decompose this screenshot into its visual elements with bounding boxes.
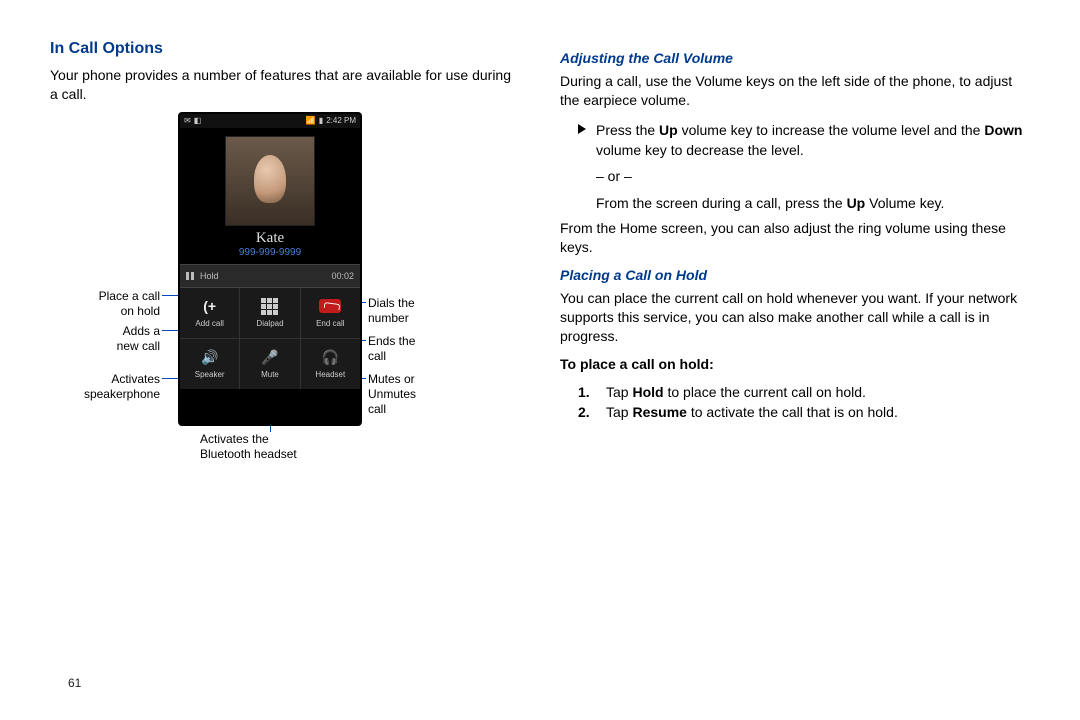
endcall-label: End call xyxy=(316,319,344,328)
hold-intro: You can place the current call on hold w… xyxy=(560,289,1030,346)
bold-up: Up xyxy=(659,122,678,138)
bold-resume: Resume xyxy=(632,404,686,420)
bold-down: Down xyxy=(984,122,1022,138)
headset-icon: 🎧 xyxy=(319,348,341,366)
t: to activate the call that is on hold. xyxy=(687,404,898,420)
callout-headset: Activates theBluetooth headset xyxy=(200,432,340,462)
callout-endcall: Ends thecall xyxy=(368,334,415,364)
volume-intro: During a call, use the Volume keys on th… xyxy=(560,72,1030,110)
addcall-button[interactable]: Add call xyxy=(180,288,239,338)
t: Volume key. xyxy=(865,195,944,211)
t: Tap xyxy=(606,384,632,400)
subheading-volume: Adjusting the Call Volume xyxy=(560,50,1030,66)
bold-up2: Up xyxy=(847,195,866,211)
dialpad-button[interactable]: Dialpad xyxy=(240,288,299,338)
section-heading: In Call Options xyxy=(50,40,520,58)
addcall-label: Add call xyxy=(195,319,223,328)
callout-mute: Mutes orUnmutescall xyxy=(368,372,416,417)
call-timer: 00:02 xyxy=(331,271,354,281)
speaker-icon: 🔊 xyxy=(199,348,221,366)
contact-photo xyxy=(225,136,315,226)
hold-bar[interactable]: Hold 00:02 xyxy=(180,264,360,288)
dialpad-label: Dialpad xyxy=(256,319,283,328)
callout-speaker: Activatesspeakerphone xyxy=(50,372,160,402)
t: Tap xyxy=(606,404,632,420)
addcall-icon xyxy=(199,297,221,315)
hold-steps-heading: To place a call on hold: xyxy=(560,355,1030,374)
step-number: 1. xyxy=(578,384,596,400)
speaker-button[interactable]: 🔊 Speaker xyxy=(180,339,239,389)
callout-dialpad: Dials thenumber xyxy=(368,296,415,326)
pause-icon xyxy=(186,272,194,280)
page-number: 61 xyxy=(68,676,81,690)
callout-hold: Place a callon hold xyxy=(50,289,160,319)
contact-number: 999-999-9999 xyxy=(180,247,360,258)
headset-label: Headset xyxy=(315,370,345,379)
endcall-button[interactable]: End call xyxy=(301,288,360,338)
intro-text: Your phone provides a number of features… xyxy=(50,66,520,104)
bold-hold: Hold xyxy=(632,384,663,400)
t: From the screen during a call, press the xyxy=(596,195,847,211)
t: to place the current call on hold. xyxy=(664,384,866,400)
mute-icon: 🎤 xyxy=(259,348,281,366)
or-separator: – or – xyxy=(596,166,1030,186)
endcall-icon xyxy=(319,297,341,315)
step-number: 2. xyxy=(578,404,596,420)
speaker-label: Speaker xyxy=(195,370,225,379)
hold-label: Hold xyxy=(200,271,219,281)
status-time: 2:42 PM xyxy=(326,116,356,125)
volume-home-note: From the Home screen, you can also adjus… xyxy=(560,219,1030,257)
step-1: 1. Tap Hold to place the current call on… xyxy=(578,384,1030,400)
phone-frame: ✉◧ 📶▮2:42 PM Kate 999-999-9999 Hold 00:0… xyxy=(180,114,360,424)
subheading-hold: Placing a Call on Hold xyxy=(560,267,1030,283)
callout-addcall: Adds anew call xyxy=(50,324,160,354)
volume-bullet: Press the Up volume key to increase the … xyxy=(578,120,1030,213)
step-2: 2. Tap Resume to activate the call that … xyxy=(578,404,1030,420)
t: Press the xyxy=(596,122,659,138)
dialpad-icon xyxy=(259,297,281,315)
mute-label: Mute xyxy=(261,370,279,379)
t: volume key to decrease the level. xyxy=(596,142,804,158)
triangle-bullet-icon xyxy=(578,124,586,134)
headset-button[interactable]: 🎧 Headset xyxy=(301,339,360,389)
phone-diagram: Place a callon hold Adds anew call Activ… xyxy=(50,114,490,534)
t: volume key to increase the volume level … xyxy=(678,122,985,138)
mute-button[interactable]: 🎤 Mute xyxy=(240,339,299,389)
status-bar: ✉◧ 📶▮2:42 PM xyxy=(180,114,360,128)
contact-name: Kate xyxy=(180,230,360,247)
